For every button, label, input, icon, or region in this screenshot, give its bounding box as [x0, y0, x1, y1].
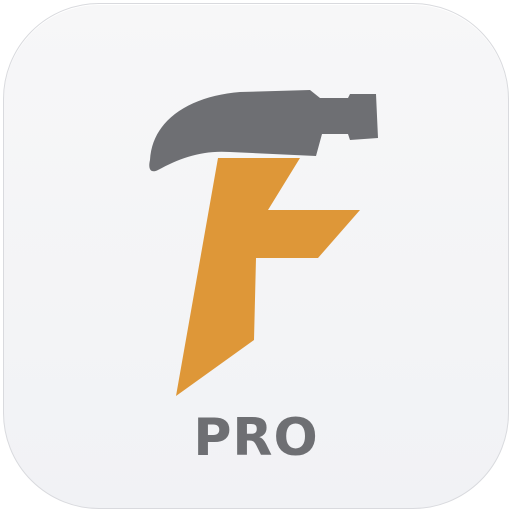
pro-badge-text: PRO: [193, 408, 319, 468]
app-icon[interactable]: PRO: [0, 0, 512, 512]
f-letter-logo: [176, 158, 360, 396]
